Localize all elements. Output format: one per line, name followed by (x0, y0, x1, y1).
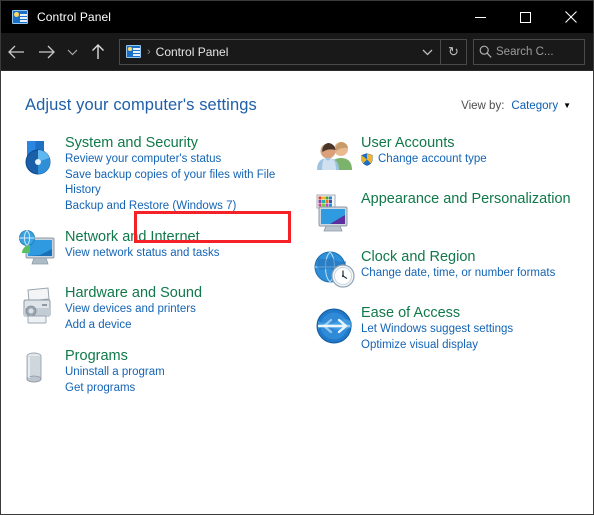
shield-gauge-icon (15, 134, 63, 214)
category-body: User Accounts Change account type (359, 134, 579, 176)
page-title: Adjust your computer's settings (25, 96, 257, 114)
category-title[interactable]: System and Security (65, 134, 198, 152)
category-title[interactable]: User Accounts (361, 134, 455, 152)
forward-button[interactable] (31, 37, 61, 67)
control-panel-icon (12, 10, 28, 24)
category-link[interactable]: View devices and printers (65, 302, 297, 318)
content-header: Adjust your computer's settings View by:… (1, 96, 593, 115)
network-monitor-globe-icon (15, 228, 63, 270)
category-system-and-security[interactable]: System and Security Review your computer… (15, 134, 297, 214)
chevron-down-icon[interactable]: ▼ (563, 101, 571, 110)
content-area: Adjust your computer's settings View by:… (1, 71, 593, 514)
navigation-toolbar: › Control Panel ↻ Search C... (1, 33, 593, 71)
recent-locations-button[interactable] (61, 37, 83, 67)
category-link[interactable]: Add a device (65, 318, 297, 334)
control-panel-window: Control Panel › Control Panel ↻ Search C… (0, 0, 594, 515)
search-input[interactable]: Search C... (496, 46, 554, 58)
window-controls (458, 1, 593, 33)
refresh-icon[interactable]: ↻ (440, 39, 466, 64)
category-link[interactable]: Backup and Restore (Windows 7) (65, 199, 297, 215)
category-user-accounts[interactable]: User Accounts Change account type (311, 134, 579, 176)
uac-shield-icon (361, 153, 373, 166)
search-icon (474, 45, 496, 58)
category-title[interactable]: Appearance and Personalization (361, 190, 579, 208)
category-link[interactable]: Optimize visual display (361, 338, 579, 354)
programs-disc-icon (15, 347, 63, 396)
category-link[interactable]: Uninstall a program (65, 365, 297, 381)
clock-globe-icon (311, 248, 359, 290)
category-title[interactable]: Clock and Region (361, 248, 475, 266)
ease-of-access-icon (311, 304, 359, 353)
category-title[interactable]: Network and Internet (65, 228, 200, 246)
category-body: Hardware and Sound View devices and prin… (63, 284, 297, 333)
category-hardware-and-sound[interactable]: Hardware and Sound View devices and prin… (15, 284, 297, 333)
search-box[interactable]: Search C... (473, 38, 585, 65)
category-network-and-internet[interactable]: Network and Internet View network status… (15, 228, 297, 270)
category-link-change-account-type[interactable]: Change account type (361, 152, 579, 168)
category-body: Network and Internet View network status… (63, 228, 297, 270)
view-by-label: View by: (461, 100, 505, 112)
window-title: Control Panel (37, 10, 112, 24)
category-title[interactable]: Hardware and Sound (65, 284, 202, 302)
control-panel-icon (126, 45, 141, 58)
category-appearance-and-personalization[interactable]: Appearance and Personalization (311, 190, 579, 234)
view-by-value[interactable]: Category (511, 100, 558, 112)
category-ease-of-access[interactable]: Ease of Access Let Windows suggest setti… (311, 304, 579, 353)
category-grid: System and Security Review your computer… (1, 115, 593, 410)
category-programs[interactable]: Programs Uninstall a program Get program… (15, 347, 297, 396)
category-link[interactable]: Get programs (65, 381, 297, 397)
category-body: Clock and Region Change date, time, or n… (359, 248, 579, 290)
title-bar: Control Panel (1, 1, 593, 33)
category-link-label: Change account type (378, 153, 487, 165)
category-link[interactable]: Save backup copies of your files with Fi… (65, 168, 297, 199)
category-link[interactable]: Review your computer's status (65, 152, 297, 168)
category-link[interactable]: Change date, time, or number formats (361, 266, 579, 282)
minimize-button[interactable] (458, 1, 503, 33)
back-button[interactable] (1, 37, 31, 67)
view-by-control[interactable]: View by: Category ▼ (461, 96, 571, 112)
category-link[interactable]: Let Windows suggest settings (361, 322, 579, 338)
close-button[interactable] (548, 1, 593, 33)
category-body: System and Security Review your computer… (63, 134, 297, 214)
category-body: Programs Uninstall a program Get program… (63, 347, 297, 396)
breadcrumb-separator-icon: › (147, 45, 151, 58)
chevron-down-icon[interactable] (414, 40, 440, 64)
category-title[interactable]: Programs (65, 347, 128, 365)
printer-speaker-icon (15, 284, 63, 333)
up-button[interactable] (83, 37, 113, 67)
breadcrumb[interactable]: Control Panel (156, 45, 414, 59)
category-body: Ease of Access Let Windows suggest setti… (359, 304, 579, 353)
user-accounts-people-icon (311, 134, 359, 176)
category-clock-and-region[interactable]: Clock and Region Change date, time, or n… (311, 248, 579, 290)
category-column-right: User Accounts Change account type Appear… (297, 134, 579, 410)
address-bar[interactable]: › Control Panel ↻ (119, 38, 467, 65)
appearance-palette-monitor-icon (311, 190, 359, 234)
category-column-left: System and Security Review your computer… (15, 134, 297, 410)
maximize-button[interactable] (503, 1, 548, 33)
category-link[interactable]: View network status and tasks (65, 246, 297, 262)
category-body: Appearance and Personalization (359, 190, 579, 234)
category-title[interactable]: Ease of Access (361, 304, 460, 322)
